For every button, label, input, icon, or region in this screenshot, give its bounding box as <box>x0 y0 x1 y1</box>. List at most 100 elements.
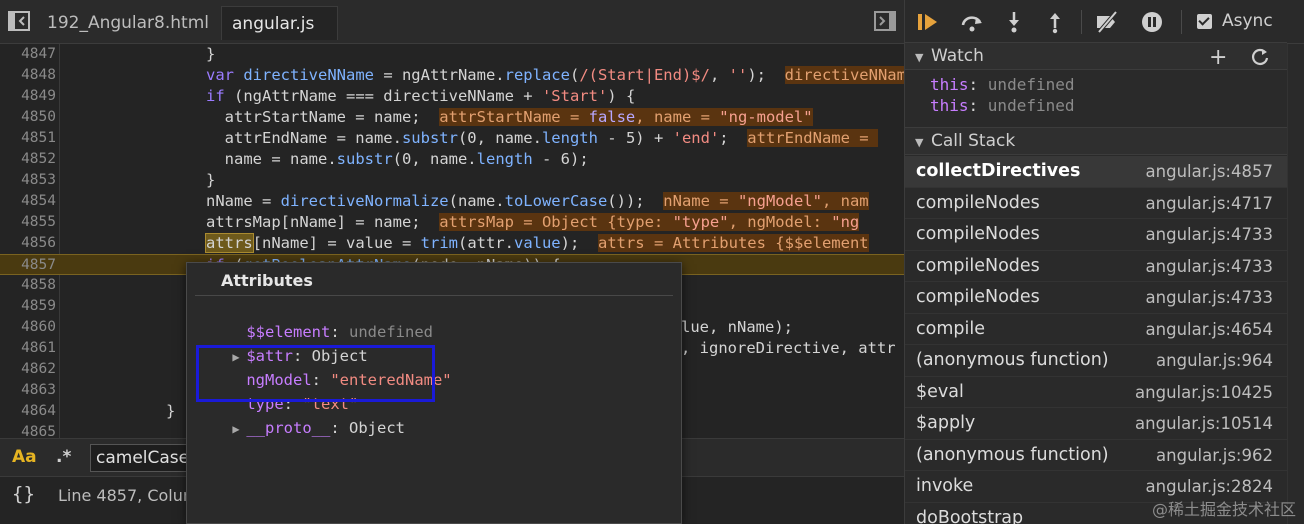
code-line[interactable]: 4848 var directiveNName = ngAttrName.rep… <box>0 65 904 86</box>
line-number[interactable]: 4851 <box>0 128 56 149</box>
code-line[interactable]: 4855 attrsMap[nName] = name; attrsMap = … <box>0 212 904 233</box>
frame-name: compileNodes <box>916 287 1040 307</box>
async-checkbox[interactable] <box>1197 14 1212 29</box>
callstack-frame[interactable]: $apply angular.js:10514 <box>905 408 1287 440</box>
frame-name: invoke <box>916 476 974 496</box>
frame-location[interactable]: angular.js:4857 <box>1146 162 1273 181</box>
toolbar-divider <box>1181 10 1182 34</box>
line-number[interactable]: 4863 <box>0 380 56 401</box>
frame-name: compileNodes <box>916 255 1040 276</box>
add-watch-icon[interactable]: + <box>1209 45 1227 70</box>
code-text: if (ngAttrName === directiveNName + 'Sta… <box>206 87 636 105</box>
frame-location[interactable]: angular.js:4733 <box>1146 257 1273 276</box>
line-number[interactable]: 4858 <box>0 275 56 296</box>
frame-location[interactable]: angular.js:10425 <box>1135 383 1273 402</box>
inline-value: attrs = Attributes {$$element <box>597 234 869 252</box>
code-line[interactable]: 4851 attrEndName = name.substr(0, name.l… <box>0 128 904 149</box>
pretty-print-button[interactable]: {} <box>12 483 35 505</box>
line-number[interactable]: 4849 <box>0 86 56 107</box>
expand-triangle-icon[interactable]: ▶ <box>232 419 246 440</box>
line-number[interactable]: 4856 <box>0 233 56 254</box>
line-number[interactable]: 4862 <box>0 359 56 380</box>
frame-location[interactable]: angular.js:10514 <box>1135 414 1273 433</box>
code-line[interactable]: 4849 if (ngAttrName === directiveNName +… <box>0 86 904 107</box>
line-number[interactable]: 4860 <box>0 317 56 338</box>
watch-section-header[interactable]: ▼ Watch + <box>905 42 1287 70</box>
callstack-frame[interactable]: (anonymous function) angular.js:962 <box>905 440 1287 471</box>
pause-on-exceptions-icon[interactable] <box>1139 10 1165 34</box>
frame-location[interactable]: angular.js:962 <box>1156 446 1273 465</box>
code-line[interactable]: 4853 } <box>0 170 904 191</box>
frame-name: doBootstrap <box>916 507 1024 524</box>
line-number[interactable]: 4852 <box>0 149 56 170</box>
callstack-title: Call Stack <box>931 131 1016 151</box>
line-number[interactable]: 4847 <box>0 44 56 65</box>
step-over-icon[interactable] <box>959 10 985 34</box>
frame-location[interactable]: angular.js:4733 <box>1146 288 1273 307</box>
tab-angular-js[interactable]: angular.js <box>221 6 338 40</box>
code-line[interactable]: 4850 attrStartName = name; attrStartName… <box>0 107 904 128</box>
popover-title: Attributes <box>221 271 313 290</box>
cursor-position: Line 4857, Column 1 <box>58 486 188 505</box>
code-line[interactable]: 4847 } <box>0 44 904 65</box>
vertical-scrollbar[interactable] <box>1287 44 1304 524</box>
frame-name: $apply <box>916 413 976 433</box>
resume-icon[interactable] <box>915 10 941 34</box>
code-text: attrs[nName] = value = trim(attr.value);… <box>205 233 869 253</box>
line-number[interactable]: 4854 <box>0 191 56 212</box>
debugger-toolbar: Async <box>905 0 1304 44</box>
callstack-frame[interactable]: compileNodes angular.js:4733 <box>905 251 1287 282</box>
line-number[interactable]: 4848 <box>0 65 56 86</box>
line-number[interactable]: 4857 <box>0 255 56 276</box>
code-text: , ignoreDirective, attr <box>681 339 896 357</box>
collapse-triangle-icon: ▼ <box>915 136 924 149</box>
match-case-toggle[interactable]: Aa <box>12 447 37 467</box>
callstack-frame[interactable]: compileNodes angular.js:4717 <box>905 188 1287 219</box>
hovered-token[interactable]: attrs <box>205 233 254 253</box>
deactivate-breakpoints-icon[interactable] <box>1094 10 1120 34</box>
callstack-frame[interactable]: $eval angular.js:10425 <box>905 377 1287 408</box>
tab-192-angular8-html[interactable]: 192_Angular8.html <box>37 6 219 40</box>
line-number[interactable]: 4853 <box>0 170 56 191</box>
code-text: attrEndName = name.substr(0, name.length… <box>206 129 878 147</box>
step-into-icon[interactable] <box>1001 10 1027 34</box>
line-number[interactable]: 4864 <box>0 401 56 422</box>
callstack-frame-selected[interactable]: collectDirectives angular.js:4857 <box>905 156 1287 188</box>
code-text: var directiveNName = ngAttrName.replace(… <box>206 65 904 86</box>
watch-item[interactable]: this: undefined <box>930 95 1075 116</box>
toggle-debugger-icon[interactable] <box>872 8 898 34</box>
line-number[interactable]: 4861 <box>0 338 56 359</box>
code-text: attrsMap[nName] = name; attrsMap = Objec… <box>206 213 860 231</box>
frame-name: collectDirectives <box>916 161 1081 181</box>
watch-item[interactable]: this: undefined <box>930 74 1075 95</box>
refresh-icon[interactable] <box>1251 47 1269 72</box>
code-text: attrStartName = name; attrStartName = fa… <box>206 108 813 126</box>
watch-title: Watch <box>931 46 984 66</box>
frame-name: $eval <box>916 381 964 402</box>
frame-location[interactable]: angular.js:2824 <box>1146 477 1273 496</box>
toggle-navigator-icon[interactable] <box>6 8 32 34</box>
callstack-frame[interactable]: compile angular.js:4654 <box>905 314 1287 345</box>
code-line[interactable]: 4854 nName = directiveNormalize(name.toL… <box>0 191 904 212</box>
line-number[interactable]: 4859 <box>0 296 56 317</box>
code-line[interactable]: 4856 attrs[nName] = value = trim(attr.va… <box>0 233 904 254</box>
property-row[interactable]: ▶ __proto__: Object <box>195 397 405 461</box>
line-number[interactable]: 4865 <box>0 422 56 438</box>
frame-location[interactable]: angular.js:4733 <box>1146 225 1273 244</box>
regex-toggle[interactable]: .* <box>56 447 71 467</box>
callstack-section-header[interactable]: ▼ Call Stack <box>905 127 1287 155</box>
line-number[interactable]: 4855 <box>0 212 56 233</box>
inline-value: attrStartName = false, name = "ng-model" <box>439 108 813 126</box>
callstack-frame[interactable]: compileNodes angular.js:4733 <box>905 219 1287 251</box>
watermark: @稀土掘金技术社区 <box>1151 500 1296 519</box>
callstack-frame[interactable]: (anonymous function) angular.js:964 <box>905 345 1287 377</box>
callstack-frame[interactable]: compileNodes angular.js:4733 <box>905 282 1287 314</box>
code-line[interactable]: 4852 name = name.substr(0, name.length -… <box>0 149 904 170</box>
step-out-icon[interactable] <box>1042 10 1068 34</box>
frame-location[interactable]: angular.js:964 <box>1156 351 1273 370</box>
code-text: nName = directiveNormalize(name.toLowerC… <box>206 192 869 210</box>
editor-tab-bar: 192_Angular8.html angular.js <box>0 0 904 44</box>
line-number[interactable]: 4850 <box>0 107 56 128</box>
frame-location[interactable]: angular.js:4654 <box>1146 320 1273 339</box>
frame-location[interactable]: angular.js:4717 <box>1146 194 1273 213</box>
